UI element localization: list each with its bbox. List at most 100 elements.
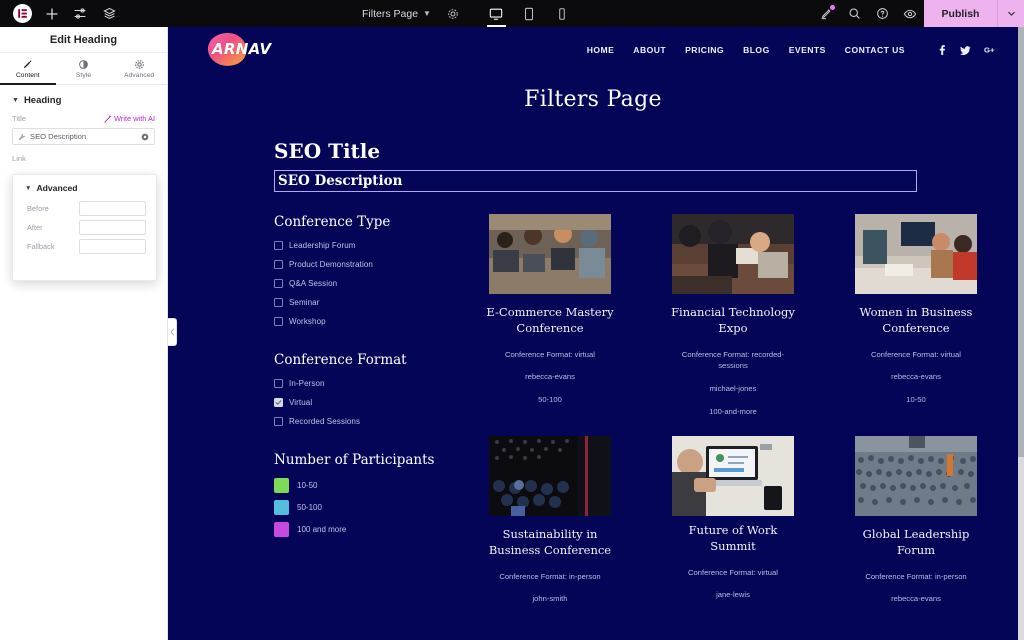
nav-item-pricing[interactable]: PRICING — [685, 45, 724, 55]
twitter-icon[interactable] — [960, 45, 971, 56]
card-format: Conference Format: in-person — [499, 571, 601, 581]
advanced-field-before: Before — [13, 199, 156, 218]
conference-card[interactable]: Women in Business Conference Conference … — [836, 214, 996, 418]
write-with-ai-button[interactable]: Write with AI — [104, 114, 155, 123]
tab-advanced[interactable]: Advanced — [111, 53, 167, 84]
filter-option-recorded-sessions[interactable]: Recorded Sessions — [274, 412, 470, 431]
elementor-logo-button[interactable] — [8, 0, 37, 27]
device-desktop-button[interactable] — [481, 0, 512, 27]
filter-option-in-person[interactable]: In-Person — [274, 374, 470, 393]
nav-item-home[interactable]: HOME — [587, 45, 615, 55]
gear-icon — [448, 8, 458, 19]
publish-button[interactable]: Publish — [924, 0, 997, 27]
fallback-input[interactable] — [79, 239, 146, 254]
page-title: Filters Page — [524, 87, 662, 112]
advanced-field-fallback: Fallback — [13, 237, 156, 256]
publish-options-button[interactable] — [997, 0, 1024, 27]
search-button[interactable] — [840, 0, 868, 27]
tab-content[interactable]: Content — [0, 53, 56, 85]
canvas-scrollbar[interactable] — [1018, 27, 1024, 640]
link-field-label: Link — [12, 154, 26, 163]
color-swatch-magenta — [274, 521, 289, 537]
color-swatch-green — [274, 477, 289, 493]
caret-down-icon: ▼ — [25, 184, 32, 192]
card-author: jane-lewis — [716, 590, 750, 600]
device-mobile-button[interactable] — [547, 0, 578, 27]
svg-text:G+: G+ — [984, 46, 995, 55]
card-image-dark-auditorium-crowd — [489, 435, 611, 516]
filter-option-100-and-more[interactable]: 100 and more — [274, 518, 470, 540]
page-selector-label: Filters Page — [362, 7, 419, 20]
topbar-center-group: Filters Page ▼ — [124, 0, 812, 27]
title-field-label: Title — [12, 114, 27, 123]
panel-tabs: Content Style Advanced — [0, 53, 167, 85]
facebook-icon[interactable] — [937, 45, 947, 55]
nav-item-blog[interactable]: BLOG — [743, 45, 770, 55]
highlight-pen-button[interactable] — [812, 0, 840, 27]
tablet-icon — [525, 7, 534, 20]
seo-title-heading[interactable]: SEO Title — [274, 139, 1018, 163]
caret-down-icon: ▼ — [12, 97, 19, 104]
before-label: Before — [27, 204, 49, 213]
after-input[interactable] — [79, 220, 146, 235]
filter-option-virtual[interactable]: Virtual — [274, 393, 470, 412]
advanced-dynamic-popup: ▼ Advanced Before After Fallback — [12, 174, 157, 281]
help-button[interactable] — [868, 0, 896, 27]
color-swatch-blue — [274, 499, 289, 515]
before-input[interactable] — [79, 201, 146, 216]
filter-option-leadership-forum[interactable]: Leadership Forum — [274, 236, 470, 255]
pencil-icon — [24, 59, 32, 68]
structure-layers-button[interactable] — [95, 0, 124, 27]
checkbox-unchecked-icon — [274, 260, 283, 269]
panel-collapse-handle[interactable] — [168, 318, 177, 346]
filter-option-50-100[interactable]: 50-100 — [274, 496, 470, 518]
conference-card[interactable]: Global Leadership Forum Conference Forma… — [836, 435, 996, 605]
filter-option-seminar[interactable]: Seminar — [274, 293, 470, 312]
site-logo[interactable]: ARNAV — [205, 30, 282, 69]
checkbox-checked-icon — [274, 398, 283, 407]
add-element-button[interactable] — [37, 0, 66, 27]
scrollbar-thumb[interactable] — [1018, 27, 1024, 457]
preview-button[interactable] — [896, 0, 924, 27]
card-title: Sustainability in Business Conference — [488, 526, 612, 557]
advanced-popup-toggle[interactable]: ▼ Advanced — [13, 175, 156, 199]
site-header: ARNAV HOME ABOUT PRICING BLOG EVENTS CON… — [168, 27, 1018, 73]
page-settings-button[interactable] — [447, 8, 459, 20]
conference-card[interactable]: Sustainability in Business Conference Co… — [470, 435, 630, 605]
card-participants: 50-100 — [538, 395, 562, 405]
tab-content-label: Content — [15, 71, 40, 79]
card-author: rebecca-evans — [891, 594, 941, 604]
google-plus-icon[interactable]: G+ — [984, 45, 996, 55]
conference-card[interactable]: Future of Work Summit Conference Format:… — [653, 435, 813, 605]
card-title: Women in Business Conference — [859, 305, 973, 335]
plus-icon — [45, 7, 58, 20]
write-with-ai-label: Write with AI — [114, 114, 155, 123]
title-input-value: SEO Description — [30, 132, 87, 141]
tab-style[interactable]: Style — [56, 53, 112, 84]
device-mode-group — [481, 0, 578, 27]
topbar-left-group — [0, 0, 124, 27]
filter-option-qa-session[interactable]: Q&A Session — [274, 274, 470, 293]
checkbox-unchecked-icon — [274, 241, 283, 250]
seo-description-selected-element[interactable]: SEO Description — [274, 170, 917, 192]
card-format: Conference Format: recorded-sessions — [681, 349, 785, 371]
site-settings-button[interactable] — [66, 0, 95, 27]
device-tablet-button[interactable] — [514, 0, 545, 27]
filter-option-product-demonstration[interactable]: Product Demonstration — [274, 255, 470, 274]
nav-item-events[interactable]: EVENTS — [789, 45, 826, 55]
nav-item-about[interactable]: ABOUT — [633, 45, 666, 55]
card-author: john-smith — [532, 594, 568, 604]
nav-item-contact-us[interactable]: CONTACT US — [845, 45, 905, 55]
page-selector[interactable]: Filters Page ▼ — [358, 8, 435, 20]
conference-card[interactable]: E-Commerce Mastery Conference Conference… — [470, 214, 630, 418]
title-input[interactable]: SEO Description — [12, 128, 155, 145]
card-format: Conference Format: virtual — [871, 349, 961, 359]
content-body: Conference Type Leadership Forum Product… — [168, 214, 1018, 605]
card-format: Conference Format: virtual — [505, 349, 595, 359]
filter-option-10-50[interactable]: 10-50 — [274, 474, 470, 496]
section-heading-toggle[interactable]: ▼ Heading — [0, 85, 167, 112]
tab-style-label: Style — [75, 71, 92, 79]
filter-option-workshop[interactable]: Workshop — [274, 312, 470, 331]
dynamic-tag-settings-icon[interactable] — [141, 133, 149, 141]
conference-card[interactable]: Financial Technology Expo Conference For… — [653, 214, 813, 418]
